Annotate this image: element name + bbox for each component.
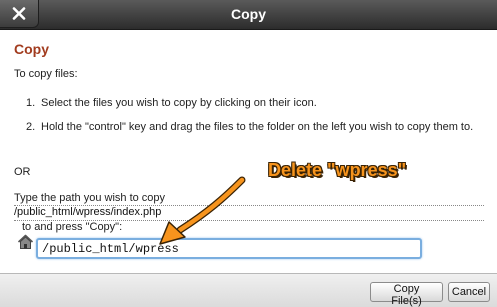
annotation-label: Delete "wpress" xyxy=(268,160,407,180)
instruction-step: 2. Hold the "control" key and drag the f… xyxy=(26,120,486,135)
copy-dialog: Copy Copy To copy files: 1. Select the f… xyxy=(0,0,497,307)
step-number: 2. xyxy=(26,121,36,133)
cancel-button[interactable]: Cancel xyxy=(448,282,490,302)
path-label: Type the path you wish to copy xyxy=(14,192,166,204)
annotation-arrow-icon xyxy=(159,176,246,245)
section-heading: Copy xyxy=(14,41,49,57)
press-copy-label: to and press "Copy": xyxy=(22,221,123,233)
intro-text: To copy files: xyxy=(14,68,78,80)
step-number: 1. xyxy=(26,97,36,109)
home-icon[interactable] xyxy=(17,234,34,250)
window-title: Copy xyxy=(231,6,266,22)
dialog-footer: Copy File(s) Cancel xyxy=(0,273,497,307)
or-label: OR xyxy=(14,166,31,178)
instruction-list: 1. Select the files you wish to copy by … xyxy=(26,96,486,135)
step-text: Select the files you wish to copy by cli… xyxy=(41,97,317,109)
destination-path-input[interactable] xyxy=(36,238,422,259)
instruction-step: 1. Select the files you wish to copy by … xyxy=(26,96,486,111)
copy-files-button[interactable]: Copy File(s) xyxy=(370,282,443,307)
step-text: Hold the "control" key and drag the file… xyxy=(41,121,474,133)
title-bar: Copy xyxy=(0,0,497,30)
dialog-content: Copy To copy files: 1. Select the files … xyxy=(0,30,497,273)
source-path: /public_html/wpress/index.php xyxy=(14,205,484,221)
